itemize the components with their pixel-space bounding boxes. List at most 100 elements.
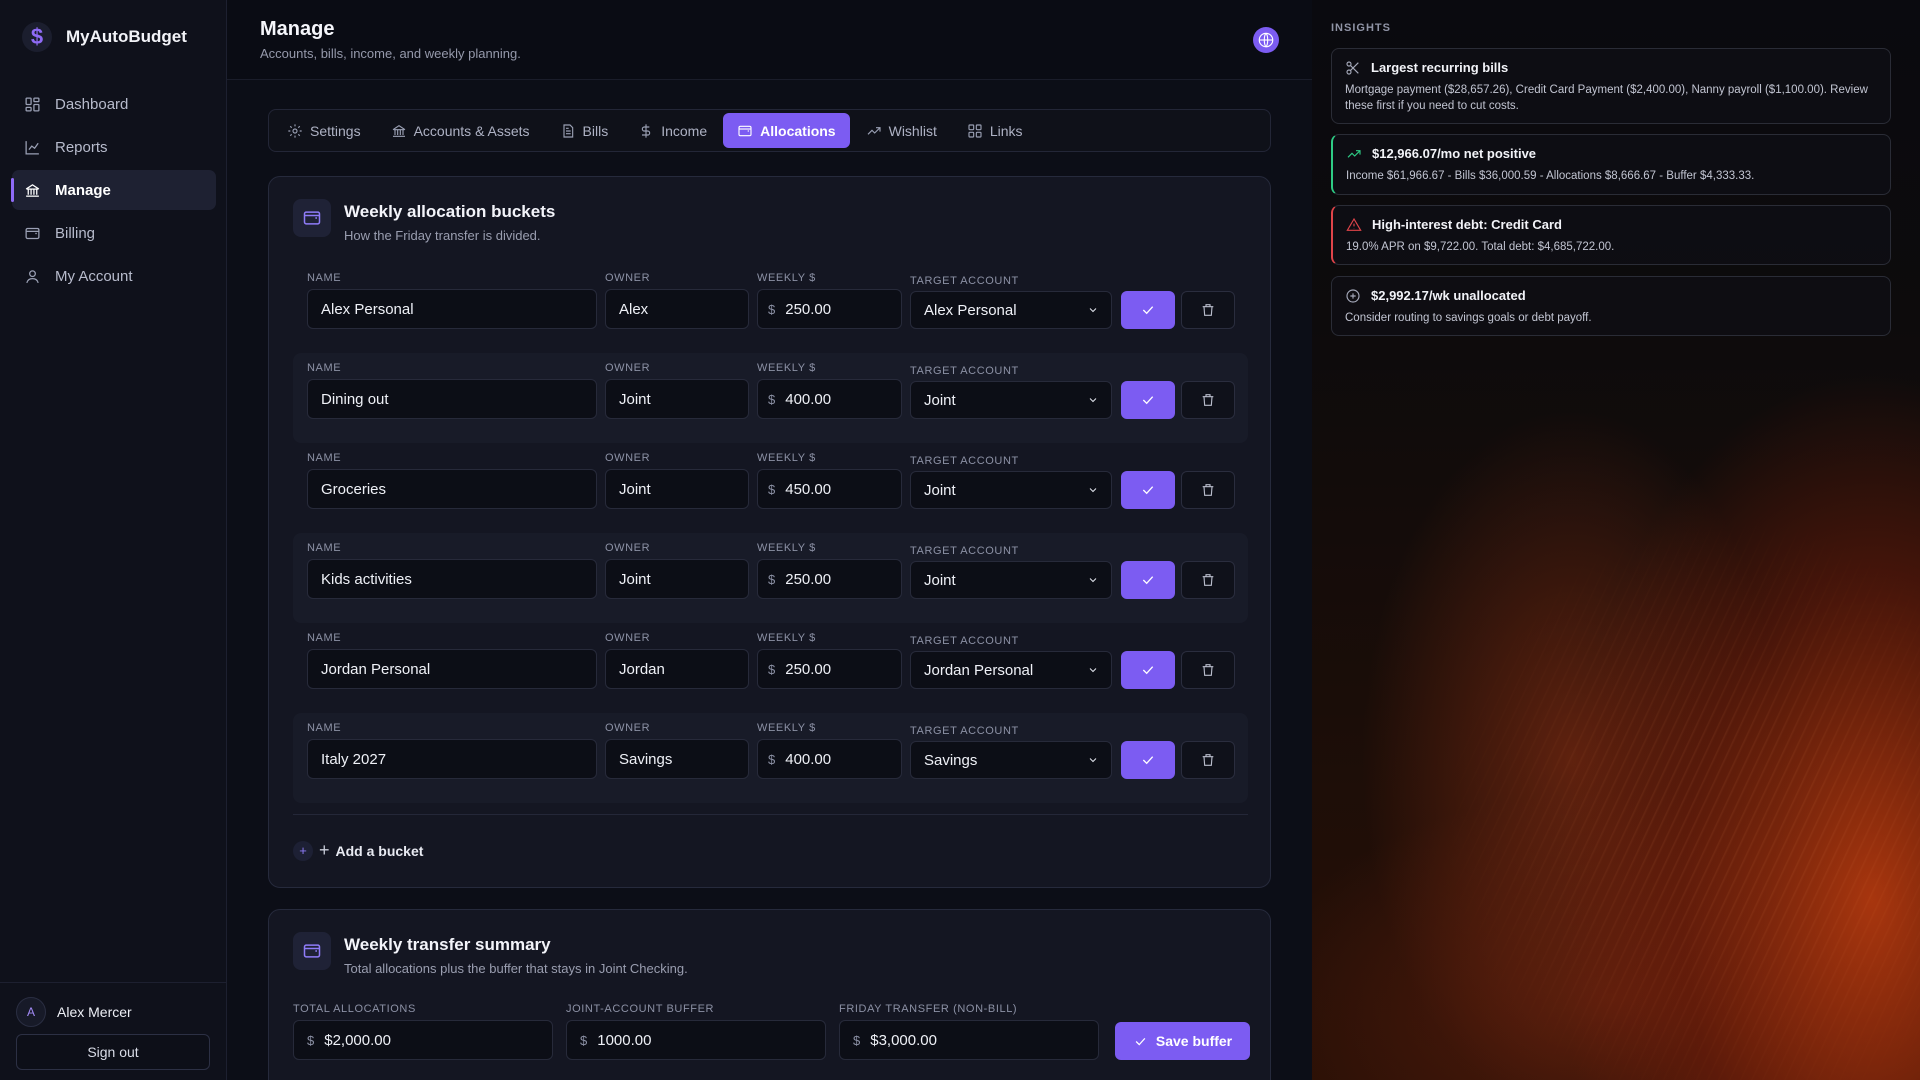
bucket-weekly-input[interactable]: $450.00 xyxy=(757,469,902,509)
add-bucket-label: Add a bucket xyxy=(335,842,424,859)
currency-symbol: $ xyxy=(307,1032,315,1048)
currency-symbol: $ xyxy=(853,1032,861,1048)
bucket-owner-input[interactable]: Joint xyxy=(605,559,749,599)
save-bucket-button[interactable] xyxy=(1121,561,1175,599)
tab-allocations[interactable]: Allocations xyxy=(723,113,850,148)
bucket-weekly-value: 250.00 xyxy=(785,570,832,588)
chevron-down-icon xyxy=(1089,758,1097,763)
bucket-weekly-input[interactable]: $250.00 xyxy=(757,649,902,689)
delete-bucket-button[interactable] xyxy=(1181,471,1235,509)
insight-card[interactable]: Largest recurring bills Mortgage payment… xyxy=(1331,48,1891,124)
sidebar-nav: Dashboard Reports Manage Billing My Acco… xyxy=(11,84,216,299)
save-bucket-button[interactable] xyxy=(1121,291,1175,329)
bucket-owner-input[interactable]: Alex xyxy=(605,289,749,329)
tab-links[interactable]: Links xyxy=(953,113,1037,148)
insight-card[interactable]: High-interest debt: Credit Card 19.0% AP… xyxy=(1331,205,1891,265)
bucket-weekly-input[interactable]: $400.00 xyxy=(757,739,902,779)
save-bucket-button[interactable] xyxy=(1121,471,1175,509)
bucket-name-input[interactable]: Italy 2027 xyxy=(307,739,597,779)
sidebar-item-manage[interactable]: Manage xyxy=(11,170,216,210)
bucket-owner-input[interactable]: Savings xyxy=(605,739,749,779)
sidebar-item-label: Reports xyxy=(55,138,108,156)
insight-body: Mortgage payment ($28,657.26), Credit Ca… xyxy=(1345,84,1868,112)
bucket-owner-value: Alex xyxy=(619,300,649,318)
delete-bucket-button[interactable] xyxy=(1181,651,1235,689)
avatar: A xyxy=(16,997,46,1027)
tab-accounts-assets[interactable]: Accounts & Assets xyxy=(377,113,544,148)
insight-card[interactable]: $12,966.07/mo net positive Income $61,96… xyxy=(1331,134,1891,195)
target-account-select[interactable]: Savings xyxy=(910,741,1112,779)
delete-bucket-button[interactable] xyxy=(1181,741,1235,779)
bucket-owner-input[interactable]: Jordan xyxy=(605,649,749,689)
bucket-name-value: Groceries xyxy=(321,480,387,498)
target-account-select[interactable]: Joint xyxy=(910,561,1112,599)
name-label: NAME xyxy=(307,632,342,644)
tab-wishlist[interactable]: Wishlist xyxy=(852,113,951,148)
wallet-icon xyxy=(25,227,40,239)
bucket-row: NAME OWNER WEEKLY $ TARGET ACCOUNT Italy 202… xyxy=(293,713,1248,803)
check-icon xyxy=(1142,666,1154,675)
page-title: Manage xyxy=(260,18,335,40)
friday-transfer-field: $ $3,000.00 xyxy=(839,1020,1099,1060)
save-bucket-button[interactable] xyxy=(1121,381,1175,419)
sidebar-item-reports[interactable]: Reports xyxy=(12,127,216,167)
gear-icon xyxy=(288,123,302,138)
bucket-owner-value: Jordan xyxy=(619,660,665,678)
bucket-weekly-input[interactable]: $250.00 xyxy=(757,289,902,329)
bucket-name-input[interactable]: Jordan Personal xyxy=(307,649,597,689)
buffer-input[interactable]: $ 1000.00 xyxy=(566,1020,826,1060)
sidebar-item-billing[interactable]: Billing xyxy=(12,213,216,253)
target-account-select[interactable]: Joint xyxy=(910,381,1112,419)
delete-bucket-button[interactable] xyxy=(1181,561,1235,599)
target-account-select[interactable]: Alex Personal xyxy=(910,291,1112,329)
delete-bucket-button[interactable] xyxy=(1181,381,1235,419)
bucket-weekly-input[interactable]: $400.00 xyxy=(757,379,902,419)
name-label: NAME xyxy=(307,722,342,734)
save-buffer-button[interactable]: Save buffer xyxy=(1115,1022,1250,1060)
bucket-name-input[interactable]: Dining out xyxy=(307,379,597,419)
currency-symbol: $ xyxy=(580,1032,588,1048)
currency-symbol: $ xyxy=(768,301,776,317)
sidebar-item-label: My Account xyxy=(55,267,133,285)
bucket-name-input[interactable]: Alex Personal xyxy=(307,289,597,329)
background-decoration xyxy=(1312,300,1920,1080)
target-account-value: Savings xyxy=(924,751,978,769)
bucket-owner-value: Savings xyxy=(619,750,673,768)
add-bucket-button[interactable]: + + Add a bucket xyxy=(293,840,423,861)
target-account-label: TARGET ACCOUNT xyxy=(910,725,1019,737)
bank-icon xyxy=(392,124,405,137)
chevron-down-icon xyxy=(1089,398,1097,403)
delete-bucket-button[interactable] xyxy=(1181,291,1235,329)
bucket-name-input[interactable]: Groceries xyxy=(307,469,597,509)
insight-body: Income $61,966.67 - Bills $36,000.59 - A… xyxy=(1346,170,1755,182)
weekly-label: WEEKLY $ xyxy=(757,272,816,284)
tab-settings[interactable]: Settings xyxy=(273,113,375,148)
target-account-select[interactable]: Jordan Personal xyxy=(910,651,1112,689)
bucket-name-value: Jordan Personal xyxy=(321,660,431,678)
bucket-name-input[interactable]: Kids activities xyxy=(307,559,597,599)
bucket-owner-input[interactable]: Joint xyxy=(605,379,749,419)
bucket-weekly-input[interactable]: $250.00 xyxy=(757,559,902,599)
divider xyxy=(293,814,1248,815)
save-bucket-button[interactable] xyxy=(1121,651,1175,689)
bucket-owner-input[interactable]: Joint xyxy=(605,469,749,509)
total-allocations-label: TOTAL ALLOCATIONS xyxy=(293,1003,416,1015)
tab-income[interactable]: Income xyxy=(624,113,721,148)
sidebar-item-my-account[interactable]: My Account xyxy=(12,256,216,296)
tab-bills[interactable]: Bills xyxy=(546,113,623,148)
insight-card[interactable]: $2,992.17/wk unallocated Consider routin… xyxy=(1331,276,1891,336)
sidebar-item-dashboard[interactable]: Dashboard xyxy=(12,84,216,124)
language-button[interactable] xyxy=(1253,27,1279,53)
tab-label: Wishlist xyxy=(888,122,937,139)
brand[interactable]: $ MyAutoBudget xyxy=(22,22,187,52)
sign-out-button[interactable]: Sign out xyxy=(16,1034,210,1070)
check-icon xyxy=(1135,1037,1146,1046)
app-name: MyAutoBudget xyxy=(66,27,187,46)
card-subtitle: Total allocations plus the buffer that s… xyxy=(344,961,688,976)
target-account-select[interactable]: Joint xyxy=(910,471,1112,509)
sidebar-footer: A Alex Mercer Sign out xyxy=(0,982,226,1070)
tab-label: Links xyxy=(989,122,1023,139)
currency-symbol: $ xyxy=(768,661,776,677)
save-bucket-button[interactable] xyxy=(1121,741,1175,779)
target-account-label: TARGET ACCOUNT xyxy=(910,275,1019,287)
